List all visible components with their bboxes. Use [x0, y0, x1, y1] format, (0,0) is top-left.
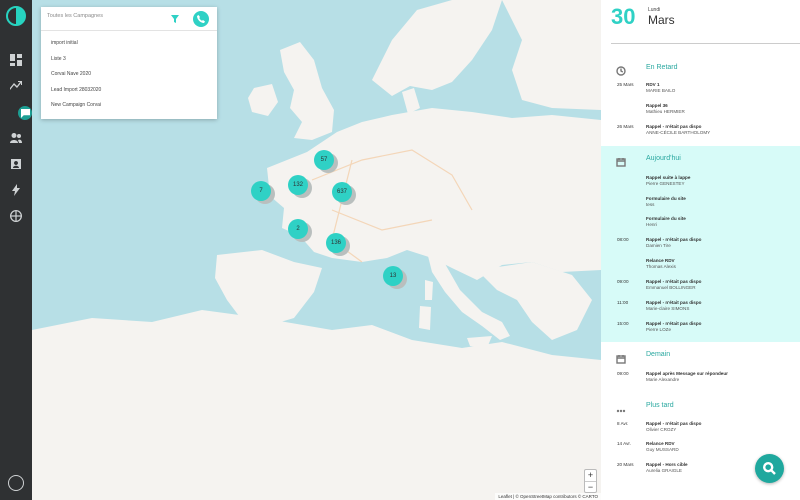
entry-name: Mathieu HERMIER	[646, 109, 685, 114]
sidebar	[0, 0, 34, 500]
logo	[6, 6, 26, 26]
section-title: Plus tard	[646, 402, 674, 409]
entry-title: Rappel après Message sur répondeur	[646, 371, 728, 376]
entry-name: MARIE BAILO	[646, 88, 676, 93]
entry-title: Relance RDV	[646, 441, 675, 446]
section-title: Aujourd'hui	[646, 155, 681, 162]
entry-title: Relance RDV	[646, 258, 675, 263]
search-icon	[763, 462, 776, 475]
map-cluster[interactable]: 7	[251, 181, 271, 201]
campaign-panel: import initial Liste 3 Corvai Nave 2020 …	[41, 7, 217, 119]
zoom-control: + −	[584, 469, 597, 493]
clock-icon	[616, 63, 626, 76]
entry-title: Rappel - n'était pas dispo	[646, 300, 702, 305]
section-late: En Retard 25 Mars RDV 1 MARIE BAILO Rapp…	[601, 58, 800, 144]
divider	[611, 43, 800, 44]
section-title: Demain	[646, 351, 671, 358]
entry-name: Thomas Alexis	[646, 264, 676, 269]
ellipsis-icon	[616, 402, 626, 413]
entry-name: Guy MUSSARD	[646, 447, 679, 452]
trending-up-icon[interactable]	[8, 80, 24, 96]
zoom-in-button[interactable]: +	[585, 470, 596, 481]
entry-name: ANNE-CÉCILE BARTHOLOMY	[646, 130, 711, 135]
entry-name: Emmanuel BOLLINGER	[646, 285, 696, 290]
section-today: Aujourd'hui Rappel suite à lappe Pierre …	[601, 146, 800, 342]
zoom-out-button[interactable]: −	[585, 481, 596, 492]
entry-name: Damien Tire	[646, 243, 671, 248]
calendar-icon	[616, 351, 626, 364]
map-attribution[interactable]: Leaflet | © OpenStreetMap contributors ©…	[495, 493, 601, 500]
section-tomorrow: Demain 09:00 Rappel après Message sur ré…	[601, 346, 800, 394]
map-cluster[interactable]: 637	[332, 182, 352, 202]
section-later: Plus tard 8 Avr. Rappel - n'était pas di…	[601, 398, 800, 500]
agenda-day: 30	[611, 4, 636, 29]
map-cluster[interactable]: 136	[326, 233, 346, 253]
entry-name: Pierre LOZe	[646, 327, 672, 332]
agenda-month: Mars	[648, 13, 675, 27]
entry-title: Rappel - n'était pas dispo	[646, 237, 702, 242]
map-cluster[interactable]: 2	[288, 219, 308, 239]
entry-time: 14 Avr.	[617, 441, 631, 446]
entry-time: 11:00	[617, 300, 629, 305]
globe-icon[interactable]	[8, 210, 24, 226]
filter-icon[interactable]	[171, 15, 179, 23]
contact-card-icon[interactable]	[8, 158, 24, 174]
entry-name: Aurelia GRAIGLE	[646, 468, 682, 473]
entry-title: Rappel suite à lappe	[646, 175, 691, 180]
entry-title: Rappel - n'était pas dispo	[646, 421, 702, 426]
campaign-item[interactable]: Liste 3	[41, 52, 217, 68]
campaign-item[interactable]: Corvai Nave 2020	[41, 67, 217, 83]
call-button[interactable]	[193, 11, 209, 27]
entry-time: 26 Mars	[617, 124, 634, 129]
campaign-list: import initial Liste 3 Corvai Nave 2020 …	[41, 31, 217, 114]
search-fab-button[interactable]	[755, 454, 784, 483]
calendar-icon	[616, 154, 626, 167]
entry-title: Formulaire du site	[646, 216, 686, 221]
campaign-item[interactable]: Lead Import 28032020	[41, 83, 217, 99]
entry-time: 09:00	[617, 279, 629, 284]
users-icon[interactable]	[8, 132, 24, 148]
entry-time: 8 Avr.	[617, 421, 629, 426]
entry-time: 15:00	[617, 321, 629, 326]
entry-name: Olivier CROZY	[646, 427, 677, 432]
entry-name: tess	[646, 202, 655, 207]
dashboard-icon[interactable]	[8, 54, 24, 70]
campaign-search-row	[41, 7, 217, 31]
map-cluster[interactable]: 13	[383, 266, 403, 286]
lightning-icon[interactable]	[8, 184, 24, 200]
campaign-search-input[interactable]	[47, 13, 157, 19]
entry-name: Pierre GENESTEY	[646, 181, 685, 186]
entry-title: Rappel - Hors cible	[646, 462, 688, 467]
user-avatar-icon[interactable]	[8, 475, 24, 491]
map-cluster[interactable]: 57	[314, 150, 334, 170]
entry-title: Rappel - n'était pas dispo	[646, 124, 702, 129]
entry-time: 25 Mars	[617, 82, 634, 87]
entry-title: RDV 1	[646, 82, 660, 87]
entry-title: Rappel 36	[646, 103, 668, 108]
entry-time: 08:00	[617, 237, 629, 242]
agenda-panel: 30 Lundi Mars En Retard 25 Mars RDV 1 MA…	[601, 0, 800, 500]
phone-icon	[197, 15, 205, 23]
entry-title: Rappel - n'était pas dispo	[646, 321, 702, 326]
entry-name: Marie Alexandre	[646, 377, 680, 382]
campaign-item[interactable]: New Campaign Corvai	[41, 98, 217, 114]
map-cluster[interactable]: 132	[288, 175, 308, 195]
entry-time: 20 Mars	[617, 462, 634, 467]
section-title: En Retard	[646, 64, 678, 71]
entry-name: Henri	[646, 222, 657, 227]
entry-time: 09:00	[617, 371, 629, 376]
entry-title: Formulaire du site	[646, 196, 686, 201]
campaign-item[interactable]: import initial	[41, 36, 217, 52]
entry-title: Rappel - n'était pas dispo	[646, 279, 702, 284]
entry-name: Marie-claire SIMONS	[646, 306, 690, 311]
